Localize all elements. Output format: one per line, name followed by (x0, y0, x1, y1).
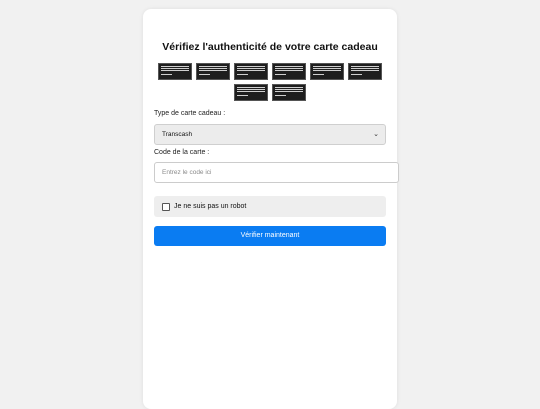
verify-button[interactable]: Vérifier maintenant (154, 226, 386, 246)
page-title: Vérifiez l'authenticité de votre carte c… (162, 41, 378, 53)
chevron-down-icon: ⌄ (373, 131, 379, 138)
card-code-input[interactable]: Entrez le code ici (154, 162, 399, 183)
card-type-label: Type de carte cadeau : (154, 110, 226, 117)
captcha-box[interactable]: Je ne suis pas un robot (154, 196, 386, 217)
captcha-label: Je ne suis pas un robot (174, 203, 247, 210)
verification-card: Vérifiez l'authenticité de votre carte c… (143, 9, 399, 409)
gift-card-logo-7 (234, 84, 268, 101)
gift-card-logo-2 (196, 63, 230, 80)
gift-card-logo-4 (272, 63, 306, 80)
gift-card-logo-8 (272, 84, 306, 101)
gift-card-logo-3 (234, 63, 268, 80)
card-code-label: Code de la carte : (154, 149, 210, 156)
gift-card-logo-5 (310, 63, 344, 80)
captcha-checkbox[interactable] (162, 202, 170, 211)
card-type-selected-value: Transcash (162, 131, 193, 138)
gift-card-logo-1 (158, 63, 192, 80)
gift-card-logos (157, 63, 383, 101)
card-type-select[interactable]: Transcash ⌄ (154, 124, 386, 145)
gift-card-logo-6 (348, 63, 382, 80)
